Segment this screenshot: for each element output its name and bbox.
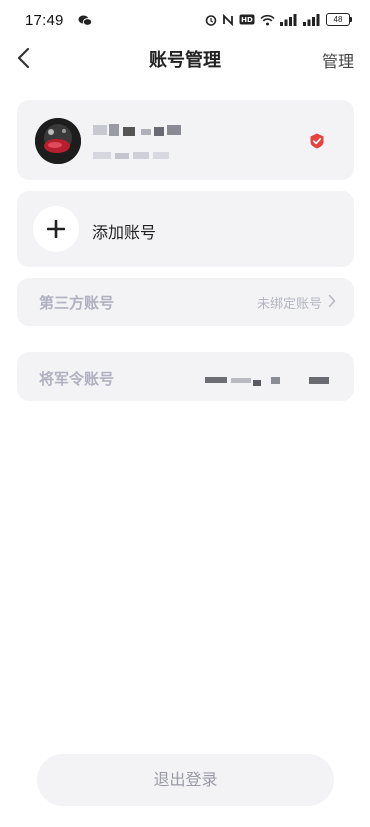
nav-bar: 账号管理 管理 — [0, 42, 370, 76]
status-bar: 17:49 HD 48 — [0, 0, 370, 42]
avatar — [35, 118, 81, 164]
add-account-button[interactable]: 添加账号 — [17, 191, 354, 267]
manage-button[interactable]: 管理 — [322, 48, 354, 72]
jiangjunling-account-row[interactable]: 将军令账号 — [17, 352, 354, 401]
check-icon — [310, 133, 324, 149]
page-title: 账号管理 — [149, 50, 221, 71]
hd-icon: HD — [239, 14, 255, 25]
jiangjunling-label: 将军令账号 — [39, 370, 115, 388]
third-party-label: 第三方账号 — [39, 294, 115, 312]
account-id-redacted — [93, 146, 171, 159]
third-party-value: 未绑定账号 — [256, 297, 322, 312]
status-icons: HD 48 — [205, 13, 352, 26]
plus-circle — [33, 206, 79, 252]
add-account-label: 添加账号 — [92, 223, 157, 242]
nfc-icon — [223, 13, 233, 26]
svg-text:HD: HD — [241, 16, 253, 24]
account-name-redacted — [93, 122, 183, 136]
jiangjunling-value-redacted — [205, 371, 331, 386]
third-party-account-row[interactable]: 第三方账号 未绑定账号 — [17, 278, 354, 326]
logout-button[interactable]: 退出登录 — [37, 754, 334, 806]
signal-icon — [280, 13, 297, 26]
current-account-card[interactable] — [17, 100, 354, 180]
wifi-icon — [260, 14, 275, 25]
plus-icon — [47, 220, 65, 238]
status-time: 17:49 — [25, 12, 64, 29]
battery-icon: 48 — [326, 13, 352, 26]
chevron-right-icon — [328, 294, 336, 308]
wechat-icon — [78, 15, 92, 26]
signal-icon — [303, 13, 320, 26]
alarm-icon — [205, 14, 217, 26]
